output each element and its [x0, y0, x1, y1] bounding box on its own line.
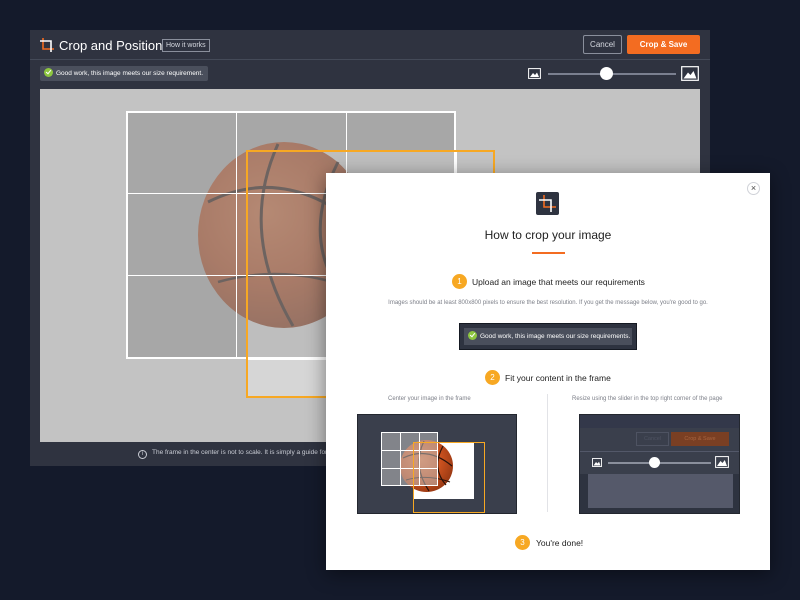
crop-icon [40, 38, 54, 52]
sample-message-inner: Good work, this image meets our size req… [464, 328, 632, 345]
resize-caption: Resize using the slider in the top right… [572, 396, 723, 402]
size-ok-text: Good work, this image meets our size req… [56, 70, 204, 77]
step-1-badge: 1 [452, 274, 467, 289]
editor-title: Crop and Position [59, 38, 163, 53]
mini-canvas-area [580, 474, 739, 513]
mini-grid-line [381, 432, 438, 433]
resize-illustration: Cancel Crop & Save [579, 414, 740, 514]
modal-title: How to crop your image [484, 228, 612, 242]
grid-line [126, 111, 456, 113]
step-3-badge: 3 [515, 535, 530, 550]
title-underline [532, 252, 565, 254]
close-icon[interactable]: × [747, 182, 760, 195]
image-large-icon [715, 456, 729, 468]
mini-header [580, 415, 739, 428]
column-divider [547, 394, 548, 512]
cancel-button[interactable]: Cancel [583, 35, 622, 54]
center-illustration [357, 414, 517, 514]
mini-slider-handle [649, 457, 660, 468]
mini-crop-frame [413, 442, 485, 513]
image-large-icon[interactable] [681, 66, 699, 81]
grid-line [236, 111, 237, 359]
info-icon: i [138, 450, 147, 459]
crop-save-button[interactable]: Crop & Save [627, 35, 700, 54]
mini-save-button: Crop & Save [671, 432, 729, 446]
zoom-slider-handle[interactable] [600, 67, 613, 80]
mini-divider [580, 451, 739, 452]
image-small-icon[interactable] [528, 68, 541, 79]
check-icon [468, 331, 477, 340]
center-caption: Center your image in the frame [388, 396, 471, 402]
step-1-description: Images should be at least 800x800 pixels… [388, 300, 708, 306]
check-icon [44, 68, 53, 77]
step-3-label: You're done! [536, 538, 584, 548]
footnote-text: The frame in the center is not to scale.… [152, 449, 337, 456]
editor-header: Crop and Position How it works Cancel Cr… [30, 30, 710, 60]
crop-icon [536, 192, 559, 215]
mini-canvas [588, 474, 733, 508]
how-to-crop-modal: × How to crop your image 1 Upload an ima… [326, 173, 770, 570]
step-1-label: Upload an image that meets our requireme… [472, 277, 645, 287]
mini-grid-line [400, 432, 401, 486]
image-small-icon [592, 458, 602, 467]
mini-canvas [370, 424, 485, 513]
frame-footnote: i The frame in the center is not to scale… [138, 449, 336, 459]
size-ok-message: Good work, this image meets our size req… [40, 66, 209, 81]
step-2-badge: 2 [485, 370, 500, 385]
sample-message-text: Good work, this image meets our size req… [480, 333, 631, 340]
grid-line [126, 111, 128, 359]
mini-cancel-button: Cancel [636, 432, 669, 446]
how-it-works-button[interactable]: How it works [162, 39, 210, 52]
step-2-label: Fit your content in the frame [505, 373, 611, 383]
sample-success-message: Good work, this image meets our size req… [459, 323, 637, 350]
mini-grid-line [381, 432, 382, 486]
